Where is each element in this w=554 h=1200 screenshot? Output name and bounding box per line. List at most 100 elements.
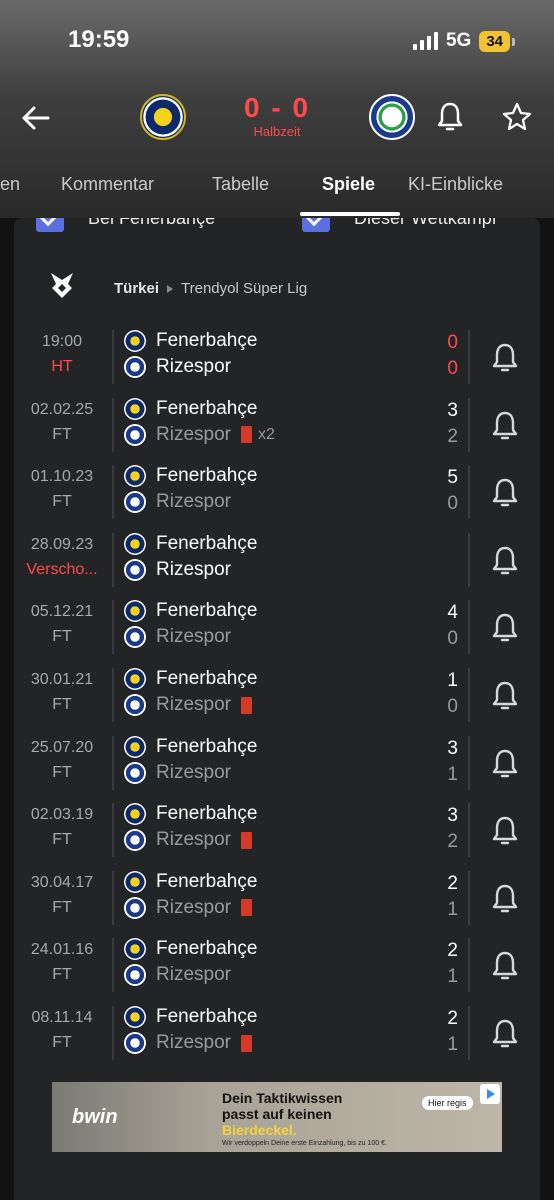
bell-icon[interactable] [490,612,520,644]
match-row[interactable]: 02.02.25 FT Fenerbahçe Rizespor x2 3 2 [14,394,540,458]
active-tab-indicator [300,212,400,216]
tab-overview[interactable]: en [0,174,20,195]
rizespor-crest-icon [124,558,146,581]
away-team-name: Rizespor [156,694,231,715]
fenerbahce-crest-icon [124,532,146,555]
home-score: 4 [447,602,458,624]
match-row[interactable]: 24.01.16 FT Fenerbahçe Rizespor 2 1 [14,934,540,998]
league-name: Trendyol Süper Lig [181,280,308,297]
match-status: Verscho... [26,560,98,578]
away-score: 2 [447,425,458,447]
match-date: 28.09.23 [30,535,94,553]
match-date: 25.07.20 [30,738,94,756]
away-team-name: Rizespor [156,761,231,783]
home-team: Fenerbahçe [124,1006,257,1028]
fenerbahce-crest-icon [124,735,146,758]
fenerbahce-crest-icon [124,397,146,420]
checkbox-checked-icon[interactable] [36,218,64,232]
filter-competition-label: Dieser Wettkampf [354,218,497,229]
away-score: 1 [447,966,458,988]
home-team-crest[interactable] [140,94,186,140]
bell-icon[interactable] [490,410,520,442]
divider [112,938,114,993]
match-status: FT [52,763,72,781]
status-time: 19:59 [68,26,130,53]
tab-ki-einblicke[interactable]: KI-Einblicke [408,174,503,195]
ad-headline-1: Dein Taktikwissen [222,1090,343,1106]
divider [468,600,470,655]
rizespor-crest-icon [124,964,146,987]
match-row[interactable]: 30.04.17 FT Fenerbahçe Rizespor 2 1 [14,867,540,931]
match-date: 30.01.21 [30,671,94,688]
home-score: 3 [447,737,458,759]
bell-icon[interactable] [490,815,520,847]
away-team: Rizespor [124,626,231,649]
match-row[interactable]: 19:00 HT Fenerbahçe Rizespor 0 0 [14,326,540,390]
divider [112,330,114,384]
tab-bar: en Kommentar Tabelle Spiele KI-Einblicke [0,168,554,218]
match-row[interactable]: 01.10.23 FT Fenerbahçe Rizespor 5 0 [14,461,540,525]
match-row[interactable]: 30.01.21 FT Fenerbahçe Rizespor 1 0 [14,664,540,728]
away-team-name: Rizespor [156,423,231,445]
battery-icon: 34 [479,30,515,52]
checkbox-checked-icon[interactable] [302,218,330,232]
bell-icon[interactable] [434,100,466,134]
filter-home[interactable]: Bei Fenerbahçe [36,218,215,232]
back-arrow-icon[interactable] [18,100,54,136]
match-date: 02.03.19 [30,806,94,824]
tab-spiele[interactable]: Spiele [322,174,375,195]
league-logo-icon [51,273,73,298]
match-status: FT [52,628,72,646]
away-team-crest[interactable] [369,94,415,140]
home-team-name: Fenerbahçe [156,938,258,960]
filter-competition[interactable]: Dieser Wettkampf [302,218,497,232]
fenerbahce-crest-icon [124,803,146,826]
divider [112,735,114,790]
home-team-name: Fenerbahçe [156,600,258,622]
rizespor-crest-icon [124,1032,146,1054]
bell-icon[interactable] [490,342,520,374]
away-score: 2 [447,831,458,853]
match-status: HT [51,358,73,375]
away-team: Rizespor [124,1032,252,1054]
match-row[interactable]: 08.11.14 FT Fenerbahçe Rizespor 2 1 [14,1002,540,1066]
bell-icon[interactable] [490,545,520,577]
star-icon[interactable] [500,100,534,134]
matches-content: Bei Fenerbahçe Dieser Wettkampf Türkei T… [0,218,554,1200]
bell-icon[interactable] [490,680,520,712]
away-team: Rizespor [124,558,231,581]
match-row[interactable]: 05.12.21 FT Fenerbahçe Rizespor 4 0 [14,596,540,660]
league-breadcrumb[interactable]: Türkei Trendyol Süper Lig [114,280,307,297]
match-status: FT [52,898,72,916]
bell-icon[interactable] [490,950,520,982]
match-date: 01.10.23 [30,468,94,486]
divider [468,1006,470,1060]
ad-headline-3: Bierdeckel. [222,1122,297,1138]
home-team: Fenerbahçe [124,600,258,623]
match-status: FT [52,425,72,443]
away-team-name: Rizespor [156,558,231,580]
match-date: 30.04.17 [30,873,94,891]
rizespor-crest-icon [124,491,146,514]
divider [468,465,470,520]
tab-kommentar[interactable]: Kommentar [61,174,154,195]
tab-tabelle[interactable]: Tabelle [212,174,269,195]
status-indicators: 5G 34 [412,30,515,52]
match-row[interactable]: 25.07.20 FT Fenerbahçe Rizespor 3 1 [14,732,540,796]
bell-icon[interactable] [490,883,520,915]
bell-icon[interactable] [490,1018,520,1050]
ad-cta-button[interactable]: Hier regis [422,1096,473,1110]
fenerbahce-crest-icon [124,600,146,623]
match-row[interactable]: 02.03.19 FT Fenerbahçe Rizespor 3 2 [14,799,540,863]
away-team: Rizespor [124,356,231,378]
bell-icon[interactable] [490,477,520,509]
ad-choices-icon[interactable] [480,1084,500,1104]
match-period: Halbzeit [253,124,301,139]
bell-icon[interactable] [490,748,520,780]
red-card-icon [240,899,252,917]
match-row[interactable]: 28.09.23 Verscho... Fenerbahçe Rizespor [14,529,540,593]
home-score: 2 [447,940,458,962]
advertisement-banner[interactable]: bwin Dein Taktikwissen passt auf keinen … [52,1082,502,1152]
home-team-name: Fenerbahçe [156,870,258,892]
red-card-icon [240,1034,252,1052]
